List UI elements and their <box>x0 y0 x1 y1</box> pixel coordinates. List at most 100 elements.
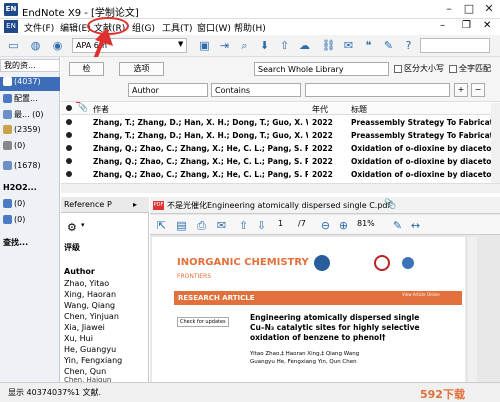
all-references-item[interactable]: (4037) <box>0 77 60 91</box>
find-fulltext-group[interactable]: 查找... <box>0 237 60 251</box>
col-title[interactable]: 标题 <box>351 104 367 115</box>
sidebar-item-trash[interactable]: (0) <box>0 141 60 155</box>
folder-icon[interactable]: ▭ <box>6 38 21 53</box>
print-icon[interactable]: ⎙ <box>194 218 209 233</box>
pdf-tab[interactable]: PDF 不是光催化Engineering atomically disperse… <box>150 197 500 214</box>
sidebar-item-subgroup[interactable]: (0) <box>0 199 60 213</box>
import-icon[interactable]: ⇥ <box>217 38 232 53</box>
operator-select[interactable]: Contains <box>211 83 301 97</box>
search-scope-select[interactable]: Search Whole Library <box>254 62 389 76</box>
match-words-checkbox[interactable]: 全字匹配 <box>449 63 491 74</box>
cell-title: Oxidation of o-dioxine by diaceto <box>351 157 491 166</box>
author-entry[interactable]: He, Guangyu <box>64 345 116 354</box>
author-entry[interactable]: Zhao, Yitao <box>64 279 109 288</box>
author-entry[interactable]: Xing, Haoran <box>64 290 116 299</box>
help-icon[interactable]: ? <box>401 38 416 53</box>
col-author[interactable]: 作者 <box>93 104 109 115</box>
link-icon[interactable]: ⛓ <box>321 38 336 53</box>
save-icon[interactable]: ▤ <box>174 218 189 233</box>
author-entry[interactable]: Yin, Fengxiang <box>64 356 122 365</box>
cell-year: 2022 <box>312 131 333 140</box>
highlight-icon[interactable]: ✎ <box>390 218 405 233</box>
author-entry[interactable]: Xia, Jiawei <box>64 323 105 332</box>
author-entry[interactable]: Xu, Hui <box>64 334 93 343</box>
simple-search-button[interactable]: 检 <box>69 62 104 76</box>
quick-search-input[interactable] <box>420 38 490 53</box>
tab-reference[interactable]: Reference <box>64 200 104 209</box>
sidebar-item-subgroup[interactable]: (0) <box>0 215 60 229</box>
zoom-out-icon[interactable]: ⊖ <box>318 218 333 233</box>
format-bibliography-icon[interactable]: ✎ <box>381 38 396 53</box>
sidebar-item-label: (0) <box>14 141 26 150</box>
online-search-icon[interactable]: ⌕ <box>237 38 252 53</box>
sidebar-item-label: (1678) <box>14 161 41 170</box>
collapse-icon[interactable]: ▸ <box>133 200 137 209</box>
match-case-checkbox[interactable]: 区分大小写 <box>394 63 444 74</box>
author-field-label: Author <box>64 267 95 276</box>
status-text: 显示 40374037%1 文献. <box>8 388 102 397</box>
author-entry[interactable]: Chen, Qun <box>64 367 106 376</box>
table-row[interactable]: Zhang, T.; Zhang, D.; Han, X. H.; Dong, … <box>61 129 491 141</box>
table-row[interactable]: Zhang, T.; Zhang, D.; Han, X. H.; Dong, … <box>61 116 491 128</box>
cell-author: Zhang, Q.; Zhao, C.; Zhang, X.; He, C. L… <box>93 157 308 166</box>
menu-groups[interactable]: 组(G) <box>132 21 155 34</box>
field-select[interactable]: Author <box>128 83 208 97</box>
zoom-in-icon[interactable]: ⊕ <box>336 218 351 233</box>
add-row-button[interactable]: + <box>454 83 468 97</box>
zoom-level[interactable]: 81% <box>357 219 375 228</box>
open-external-icon[interactable]: ⇱ <box>154 218 169 233</box>
chevron-down-icon[interactable]: ▾ <box>81 221 85 229</box>
table-horizontal-scrollbar[interactable] <box>61 183 500 193</box>
table-row[interactable]: Zhang, Q.; Zhao, C.; Zhang, X.; He, C. L… <box>61 142 491 154</box>
menu-help[interactable]: 帮助(H) <box>234 21 266 34</box>
cell-year: 2022 <box>312 144 333 153</box>
inner-minimize-icon[interactable]: – <box>440 20 445 31</box>
find-fulltext-icon[interactable]: ⬇ <box>257 38 272 53</box>
maximize-icon[interactable]: □ <box>462 2 476 16</box>
author-entry[interactable]: Wang, Qiang <box>64 301 115 310</box>
inner-close-icon[interactable]: ✕ <box>483 20 491 31</box>
globe-icon[interactable]: ◍ <box>28 38 43 53</box>
chevron-down-icon[interactable]: ▼ <box>178 40 183 48</box>
pdf-scrollbar[interactable] <box>468 237 477 382</box>
ccs-logo-icon <box>314 255 330 271</box>
check-updates-badge[interactable]: Check for updates <box>177 317 229 327</box>
view-online-link[interactable]: View Article Online <box>402 292 440 297</box>
my-library-header[interactable]: 我的资... <box>0 59 60 72</box>
prev-page-icon[interactable]: ⇧ <box>236 218 251 233</box>
col-year[interactable]: 年代 <box>312 104 328 115</box>
options-button[interactable]: 选项 <box>119 62 164 76</box>
table-row[interactable]: Zhang, Q.; Zhao, C.; Zhang, X.; He, C. L… <box>61 155 491 167</box>
minimize-icon[interactable]: – <box>442 2 456 16</box>
menu-window[interactable]: 窗口(W) <box>197 21 231 34</box>
sidebar-item-sync[interactable]: 配置... <box>0 93 60 107</box>
cell-author: Zhang, Q.; Zhao, C.; Zhang, X.; He, C. L… <box>93 170 308 179</box>
sidebar-item-recent[interactable]: 最... (0) <box>0 109 60 123</box>
share-icon[interactable]: ✉ <box>341 38 356 53</box>
sidebar-item-group[interactable]: (1678) <box>0 161 60 175</box>
settings-icon[interactable]: ⚙ <box>67 221 77 234</box>
next-page-icon[interactable]: ⇩ <box>254 218 269 233</box>
remove-row-button[interactable]: − <box>471 83 485 97</box>
table-vertical-scrollbar[interactable] <box>491 103 500 183</box>
menu-tools[interactable]: 工具(T) <box>162 21 193 34</box>
insert-citation-icon[interactable]: ❝ <box>361 38 376 53</box>
new-reference-icon[interactable]: ▣ <box>197 38 212 53</box>
page-number[interactable]: 1 <box>278 219 283 228</box>
close-icon[interactable]: ✕ <box>482 2 496 16</box>
fit-page-icon[interactable]: ↔ <box>408 218 423 233</box>
sync-icon[interactable]: ☁ <box>297 38 312 53</box>
inner-restore-icon[interactable]: ❐ <box>462 20 471 31</box>
group-set-h2o2[interactable]: H2O2... <box>0 183 60 197</box>
email-icon[interactable]: ✉ <box>214 218 229 233</box>
tab-preview[interactable]: P <box>107 200 112 209</box>
search-text-input[interactable] <box>305 83 450 97</box>
table-row[interactable]: Zhang, Q.; Zhao, C.; Zhang, X.; He, C. L… <box>61 168 491 180</box>
menu-file[interactable]: 文件(F) <box>24 21 54 34</box>
sidebar-item-unfiled[interactable]: (2359) <box>0 125 60 139</box>
upload-icon[interactable]: ⇧ <box>277 38 292 53</box>
banner-label: RESEARCH ARTICLE <box>178 294 255 302</box>
rsc-logo-icon <box>402 257 414 269</box>
attachment-icon[interactable]: 📎 <box>384 199 396 210</box>
author-entry[interactable]: Chen, Yinjuan <box>64 312 119 321</box>
